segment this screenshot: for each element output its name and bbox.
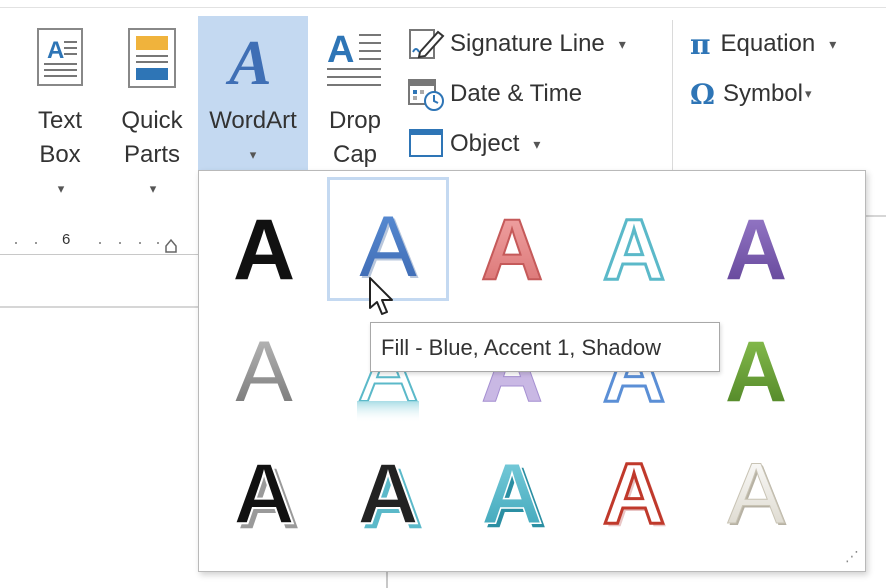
document-border: [866, 215, 886, 217]
page-margin-line: [386, 572, 388, 588]
indent-marker-icon: [165, 238, 177, 253]
svg-text:A: A: [327, 29, 354, 71]
page-edge: [0, 306, 200, 308]
drop-cap-label-line2: Cap: [332, 141, 378, 168]
drop-cap-icon: A: [325, 28, 385, 97]
quick-parts-icon: [128, 28, 176, 93]
svg-text:A: A: [603, 202, 665, 298]
ruler-bottom-line: [0, 254, 200, 255]
horizontal-ruler[interactable]: [0, 228, 200, 254]
quick-parts-button[interactable]: Quick Parts ▾: [110, 16, 194, 196]
svg-text:A: A: [235, 324, 293, 420]
text-box-button[interactable]: A Text Box ▾: [14, 16, 106, 196]
text-box-icon: A: [37, 28, 83, 91]
wordart-style-fill-red-outline[interactable]: A: [451, 181, 573, 303]
wordart-style-fill-purple-bevel[interactable]: A: [695, 181, 817, 303]
drop-cap-label-line1: Drop: [328, 107, 382, 134]
date-time-label: Date & Time: [450, 80, 583, 107]
svg-text:A: A: [481, 202, 543, 298]
omega-icon: Ω: [690, 77, 715, 111]
group-separator: [672, 20, 673, 170]
wordart-style-fill-gray-gradient[interactable]: A: [203, 303, 325, 425]
chevron-down-icon: ▾: [533, 135, 541, 152]
mouse-pointer-icon: [368, 276, 398, 325]
svg-text:A: A: [225, 28, 272, 92]
svg-text:A: A: [727, 446, 785, 542]
tooltip: Fill - Blue, Accent 1, Shadow: [370, 322, 720, 372]
object-label: Object: [450, 130, 520, 157]
object-icon: [408, 126, 446, 162]
object-button[interactable]: Object ▾: [408, 124, 540, 164]
chevron-down-icon: ▾: [804, 86, 812, 101]
svg-text:A: A: [233, 202, 295, 298]
ruler-number: 6: [62, 231, 71, 248]
equation-label: Equation: [720, 30, 816, 57]
text-box-label-line1: Text: [37, 107, 82, 134]
wordart-icon: A: [225, 27, 281, 98]
wordart-style-teal-3d[interactable]: A A: [451, 425, 573, 547]
symbol-button[interactable]: Ω Symbol ▾: [690, 74, 812, 114]
signature-line-label: Signature Line: [450, 30, 605, 57]
svg-text:A: A: [47, 37, 64, 64]
date-time-icon: [408, 76, 446, 112]
signature-line-icon: [408, 26, 446, 62]
wordart-style-outline-teal[interactable]: A: [573, 181, 695, 303]
svg-text:A: A: [481, 446, 543, 542]
date-time-button[interactable]: Date & Time: [408, 74, 582, 114]
ribbon-top-border: [0, 7, 886, 8]
svg-text:A: A: [725, 202, 787, 298]
wordart-label: WordArt: [209, 107, 297, 134]
svg-text:A: A: [357, 446, 419, 542]
chevron-down-icon: ▾: [618, 35, 626, 52]
chevron-down-icon: ▾: [829, 35, 837, 52]
quick-parts-label-line2: Parts: [123, 141, 180, 168]
wordart-style-white-gray-bevel[interactable]: A A: [695, 425, 817, 547]
svg-text:A: A: [233, 446, 295, 542]
svg-text:A: A: [603, 446, 665, 542]
wordart-button[interactable]: A WordArt ▾: [198, 16, 308, 170]
resize-grip-icon[interactable]: ⋰: [845, 548, 859, 565]
text-box-label-line2: Box: [39, 141, 81, 168]
wordart-style-black-3d-shadow[interactable]: A A: [203, 425, 325, 547]
wordart-style-black-blue-shadow[interactable]: A A: [327, 425, 449, 547]
pi-icon: π: [690, 27, 711, 61]
signature-line-button[interactable]: Signature Line ▾: [408, 24, 626, 64]
symbol-label: Symbol: [722, 80, 803, 107]
equation-button[interactable]: π Equation ▾: [690, 24, 836, 64]
svg-text:A: A: [725, 324, 787, 420]
drop-cap-button[interactable]: A Drop Cap▾: [312, 16, 398, 196]
wordart-style-red-outline-3d[interactable]: A A: [573, 425, 695, 547]
chevron-down-icon: ▾: [249, 147, 257, 162]
wordart-style-fill-black[interactable]: A: [203, 181, 325, 303]
quick-parts-label-line1: Quick: [121, 107, 183, 134]
